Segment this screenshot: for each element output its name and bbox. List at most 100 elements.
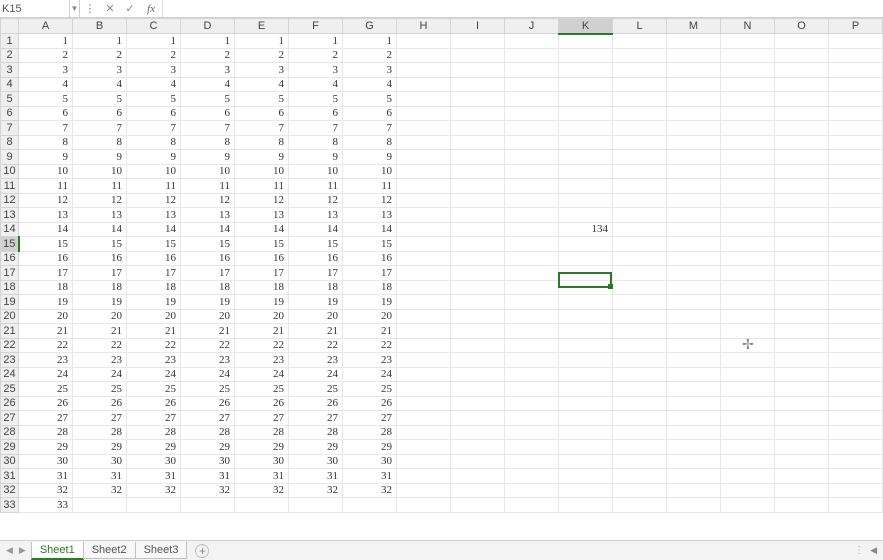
- cell-I27[interactable]: [451, 411, 505, 426]
- row-header-4[interactable]: 4: [1, 77, 19, 92]
- cell-E14[interactable]: 14: [235, 222, 289, 237]
- cell-I16[interactable]: [451, 251, 505, 266]
- cell-O2[interactable]: [775, 48, 829, 63]
- cell-M4[interactable]: [667, 77, 721, 92]
- cell-M13[interactable]: [667, 208, 721, 223]
- cell-M28[interactable]: [667, 425, 721, 440]
- cell-A6[interactable]: 6: [19, 106, 73, 121]
- cell-O3[interactable]: [775, 63, 829, 78]
- cell-F10[interactable]: 10: [289, 164, 343, 179]
- row-header-1[interactable]: 1: [1, 34, 19, 49]
- cell-B30[interactable]: 30: [73, 454, 127, 469]
- cell-O20[interactable]: [775, 309, 829, 324]
- cell-D21[interactable]: 21: [181, 324, 235, 339]
- cell-K6[interactable]: [559, 106, 613, 121]
- cell-C18[interactable]: 18: [127, 280, 181, 295]
- cell-N25[interactable]: [721, 382, 775, 397]
- cell-B11[interactable]: 11: [73, 179, 127, 194]
- row-header-29[interactable]: 29: [1, 440, 19, 455]
- cell-F23[interactable]: 23: [289, 353, 343, 368]
- cell-L17[interactable]: [613, 266, 667, 281]
- col-header-L[interactable]: L: [613, 19, 667, 34]
- cell-I24[interactable]: [451, 367, 505, 382]
- cell-K21[interactable]: [559, 324, 613, 339]
- cell-P24[interactable]: [829, 367, 883, 382]
- cell-K32[interactable]: [559, 483, 613, 498]
- cell-N19[interactable]: [721, 295, 775, 310]
- cell-H21[interactable]: [397, 324, 451, 339]
- row-header-30[interactable]: 30: [1, 454, 19, 469]
- cell-M21[interactable]: [667, 324, 721, 339]
- cell-J12[interactable]: [505, 193, 559, 208]
- cell-N29[interactable]: [721, 440, 775, 455]
- row-header-12[interactable]: 12: [1, 193, 19, 208]
- cell-M6[interactable]: [667, 106, 721, 121]
- cell-D17[interactable]: 17: [181, 266, 235, 281]
- cell-K29[interactable]: [559, 440, 613, 455]
- row-header-9[interactable]: 9: [1, 150, 19, 165]
- row-header-7[interactable]: 7: [1, 121, 19, 136]
- cell-D13[interactable]: 13: [181, 208, 235, 223]
- cell-O15[interactable]: [775, 237, 829, 252]
- cell-E19[interactable]: 19: [235, 295, 289, 310]
- cell-F15[interactable]: 15: [289, 237, 343, 252]
- cell-K5[interactable]: [559, 92, 613, 107]
- cell-N8[interactable]: [721, 135, 775, 150]
- cell-J5[interactable]: [505, 92, 559, 107]
- cell-O13[interactable]: [775, 208, 829, 223]
- cell-P23[interactable]: [829, 353, 883, 368]
- cell-E29[interactable]: 29: [235, 440, 289, 455]
- cell-H7[interactable]: [397, 121, 451, 136]
- cell-P7[interactable]: [829, 121, 883, 136]
- cell-J15[interactable]: [505, 237, 559, 252]
- cell-C26[interactable]: 26: [127, 396, 181, 411]
- cell-O10[interactable]: [775, 164, 829, 179]
- cell-D1[interactable]: 1: [181, 34, 235, 49]
- row-header-26[interactable]: 26: [1, 396, 19, 411]
- cell-L25[interactable]: [613, 382, 667, 397]
- cell-H9[interactable]: [397, 150, 451, 165]
- cell-J17[interactable]: [505, 266, 559, 281]
- cell-O33[interactable]: [775, 498, 829, 513]
- cell-I2[interactable]: [451, 48, 505, 63]
- cell-F5[interactable]: 5: [289, 92, 343, 107]
- cell-A30[interactable]: 30: [19, 454, 73, 469]
- cell-E9[interactable]: 9: [235, 150, 289, 165]
- cell-B13[interactable]: 13: [73, 208, 127, 223]
- cell-O14[interactable]: [775, 222, 829, 237]
- cell-B7[interactable]: 7: [73, 121, 127, 136]
- cell-C15[interactable]: 15: [127, 237, 181, 252]
- cell-C3[interactable]: 3: [127, 63, 181, 78]
- cell-J24[interactable]: [505, 367, 559, 382]
- cell-L1[interactable]: [613, 34, 667, 49]
- cell-B24[interactable]: 24: [73, 367, 127, 382]
- cell-L31[interactable]: [613, 469, 667, 484]
- cell-D16[interactable]: 16: [181, 251, 235, 266]
- cell-P19[interactable]: [829, 295, 883, 310]
- cell-B18[interactable]: 18: [73, 280, 127, 295]
- cell-P10[interactable]: [829, 164, 883, 179]
- cell-I19[interactable]: [451, 295, 505, 310]
- cell-K7[interactable]: [559, 121, 613, 136]
- cell-G17[interactable]: 17: [343, 266, 397, 281]
- cell-B17[interactable]: 17: [73, 266, 127, 281]
- cell-F27[interactable]: 27: [289, 411, 343, 426]
- cell-N4[interactable]: [721, 77, 775, 92]
- cell-C17[interactable]: 17: [127, 266, 181, 281]
- cell-C9[interactable]: 9: [127, 150, 181, 165]
- cell-H23[interactable]: [397, 353, 451, 368]
- cell-J3[interactable]: [505, 63, 559, 78]
- row-header-6[interactable]: 6: [1, 106, 19, 121]
- cell-L9[interactable]: [613, 150, 667, 165]
- cell-I28[interactable]: [451, 425, 505, 440]
- cell-C6[interactable]: 6: [127, 106, 181, 121]
- cell-F18[interactable]: 18: [289, 280, 343, 295]
- cell-L33[interactable]: [613, 498, 667, 513]
- cell-I7[interactable]: [451, 121, 505, 136]
- cell-G19[interactable]: 19: [343, 295, 397, 310]
- cell-N9[interactable]: [721, 150, 775, 165]
- cell-F11[interactable]: 11: [289, 179, 343, 194]
- cell-K2[interactable]: [559, 48, 613, 63]
- sheet-tab-Sheet2[interactable]: Sheet2: [83, 542, 136, 559]
- cell-L2[interactable]: [613, 48, 667, 63]
